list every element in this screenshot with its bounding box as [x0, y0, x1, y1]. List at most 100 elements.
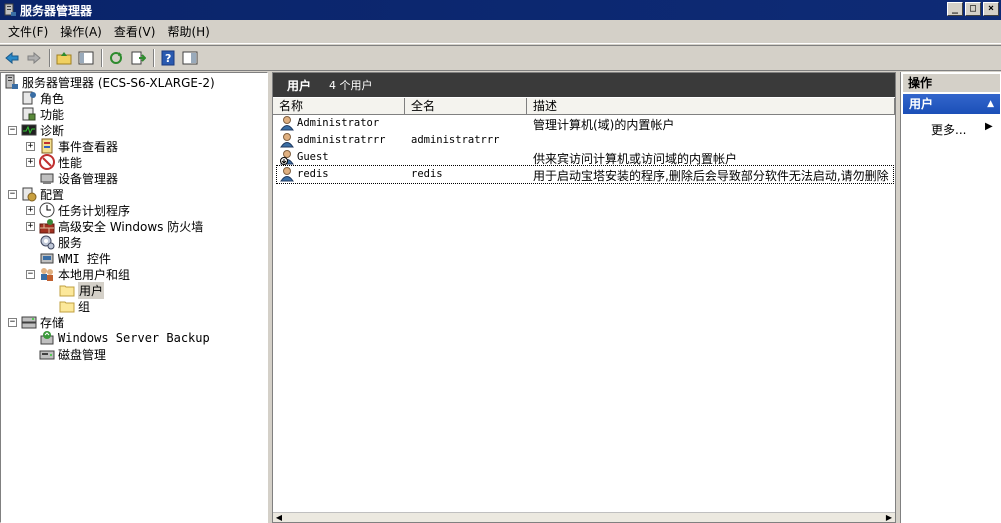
svg-text:?: ?: [165, 52, 171, 65]
tree-item-backup[interactable]: Windows Server Backup: [39, 330, 210, 346]
back-icon[interactable]: [2, 48, 22, 68]
submenu-arrow-icon: ▶: [985, 121, 993, 132]
tree-item-groups[interactable]: 组: [59, 298, 90, 314]
tree-item-event-viewer[interactable]: 事件查看器: [39, 138, 118, 154]
user-icon: [279, 166, 295, 182]
toolbar-separator: [49, 49, 51, 67]
user-icon: [279, 115, 295, 131]
table-row[interactable]: Administrator 管理计算机(域)的内置帐户: [277, 115, 893, 132]
column-header-fullname[interactable]: 全名: [405, 98, 527, 115]
tree-item-device-manager[interactable]: 设备管理器: [39, 170, 118, 186]
tree-item-users[interactable]: 用户: [59, 281, 105, 299]
diagnostics-icon: [21, 122, 37, 138]
actions-section-label: 用户: [909, 97, 934, 111]
user-name: Guest: [297, 151, 329, 163]
menu-help[interactable]: 帮助(H): [161, 22, 215, 42]
disk-management-icon: [39, 346, 55, 362]
user-icon: [279, 132, 295, 148]
collapse-local-users[interactable]: −: [26, 270, 35, 279]
tree-item-wmi[interactable]: WMI 控件: [39, 250, 111, 266]
tree-label-root: 服务器管理器 (ECS-S6-XLARGE-2): [22, 75, 215, 90]
collapse-storage[interactable]: −: [8, 318, 17, 327]
tree-item-disk-management[interactable]: 磁盘管理: [39, 346, 106, 362]
user-name: redis: [297, 168, 329, 180]
folder-icon: [59, 298, 75, 314]
close-button[interactable]: ×: [983, 2, 999, 16]
actions-header: 操作: [903, 74, 1000, 92]
tree-item-task-scheduler[interactable]: 任务计划程序: [39, 202, 130, 218]
tree-item-storage[interactable]: 存储: [21, 314, 64, 330]
window-title: 服务器管理器: [20, 3, 93, 18]
tree-label-services: 服务: [58, 235, 83, 250]
tree-label-groups: 组: [78, 299, 91, 314]
menu-view[interactable]: 查看(V): [108, 22, 162, 42]
navigation-tree: 服务器管理器 (ECS-S6-XLARGE-2) 角色 功能 − 诊断 + 事件…: [0, 72, 268, 523]
expand-firewall[interactable]: +: [26, 222, 35, 231]
tree-label-diagnostics: 诊断: [40, 123, 65, 138]
user-description: 用于启动宝塔安装的程序,删除后会导致部分软件无法启动,请勿删除: [533, 169, 889, 183]
show-hide-tree-icon[interactable]: [76, 48, 96, 68]
backup-icon: [39, 330, 55, 346]
column-header-name[interactable]: 名称: [273, 98, 405, 115]
title-bar: 服务器管理器 _ □ ×: [0, 0, 1001, 20]
users-groups-icon: [39, 266, 55, 282]
list-title: 用户: [287, 78, 312, 93]
actions-section-users[interactable]: 用户 ▲: [903, 94, 1000, 114]
expand-task-scheduler[interactable]: +: [26, 206, 35, 215]
server-manager-icon: [3, 74, 19, 90]
table-row[interactable]: redis redis 用于启动宝塔安装的程序,删除后会导致部分软件无法启动,请…: [276, 165, 894, 184]
scroll-left-icon[interactable]: ◀: [273, 513, 285, 523]
toolbar-separator: [101, 49, 103, 67]
minimize-button[interactable]: _: [947, 2, 963, 16]
tree-item-configuration[interactable]: 配置: [21, 186, 64, 202]
configuration-icon: [21, 186, 37, 202]
expand-performance[interactable]: +: [26, 158, 35, 167]
collapse-configuration[interactable]: −: [8, 190, 17, 199]
more-actions-link[interactable]: 更多...: [931, 121, 966, 138]
forward-icon[interactable]: [24, 48, 44, 68]
tree-item-diagnostics[interactable]: 诊断: [21, 122, 64, 138]
tree-item-performance[interactable]: 性能: [39, 154, 82, 170]
tree-item-roles[interactable]: 角色: [21, 90, 64, 106]
tree-label-roles: 角色: [40, 91, 65, 106]
tree-label-local-users-groups: 本地用户和组: [58, 267, 131, 282]
refresh-icon[interactable]: [106, 48, 126, 68]
wmi-icon: [39, 250, 55, 266]
up-folder-icon[interactable]: [54, 48, 74, 68]
horizontal-scrollbar[interactable]: ◀ ▶: [273, 512, 895, 522]
tree-label-storage: 存储: [40, 315, 65, 330]
tree-item-firewall[interactable]: 高级安全 Windows 防火墙: [39, 218, 203, 234]
storage-icon: [21, 314, 37, 330]
column-header-description[interactable]: 描述: [527, 98, 895, 115]
tree-label-performance: 性能: [58, 155, 83, 170]
collapse-up-icon[interactable]: ▲: [987, 94, 994, 114]
menu-bar: 文件(F) 操作(A) 查看(V) 帮助(H): [0, 20, 1001, 44]
tree-label-event-viewer: 事件查看器: [58, 139, 119, 154]
menu-action[interactable]: 操作(A): [54, 22, 108, 42]
tree-label-disk-management: 磁盘管理: [58, 347, 107, 362]
tree-item-root[interactable]: 服务器管理器 (ECS-S6-XLARGE-2): [3, 74, 215, 90]
tree-item-features[interactable]: 功能: [21, 106, 64, 122]
tree-label-users: 用户: [78, 281, 105, 299]
show-action-pane-icon[interactable]: [180, 48, 200, 68]
maximize-button[interactable]: □: [965, 2, 981, 16]
firewall-icon: [39, 218, 55, 234]
menu-file[interactable]: 文件(F): [2, 22, 54, 42]
features-icon: [21, 106, 37, 122]
help-icon[interactable]: ?: [158, 48, 178, 68]
tree-item-services[interactable]: 服务: [39, 234, 82, 250]
collapse-diagnostics[interactable]: −: [8, 126, 17, 135]
scroll-right-icon[interactable]: ▶: [883, 513, 895, 523]
tree-item-local-users-groups[interactable]: 本地用户和组: [39, 266, 130, 282]
user-name: administratrrr: [297, 134, 386, 146]
server-manager-icon: [3, 3, 17, 17]
user-count: 4 个用户: [329, 79, 373, 92]
roles-icon: [21, 90, 37, 106]
expand-event-viewer[interactable]: +: [26, 142, 35, 151]
user-fullname: redis: [411, 168, 443, 180]
tree-label-firewall: 高级安全 Windows 防火墙: [58, 219, 204, 234]
table-row[interactable]: Guest 供来宾访问计算机或访问域的内置帐户: [277, 149, 893, 166]
export-list-icon[interactable]: [128, 48, 148, 68]
actions-pane: 操作 用户 ▲ 更多... ▶: [900, 72, 1001, 523]
table-row[interactable]: administratrrr administratrrr: [277, 132, 893, 149]
